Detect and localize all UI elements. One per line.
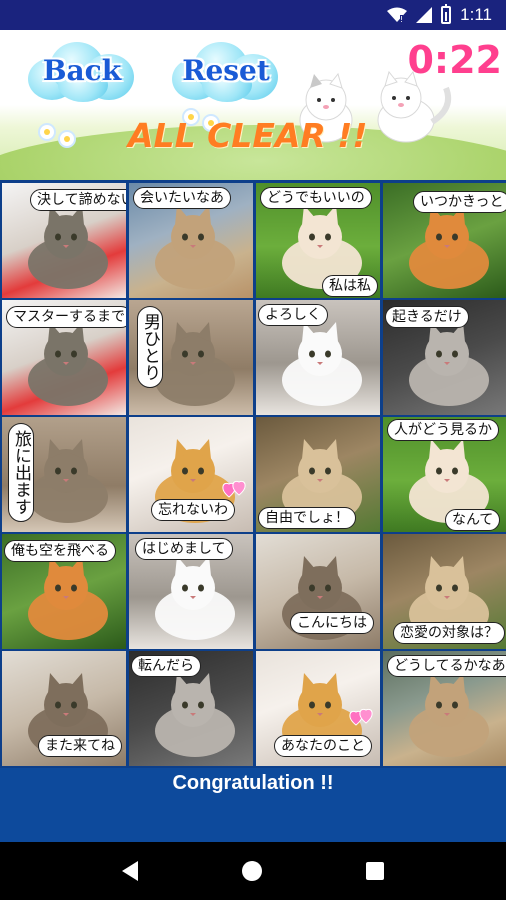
puzzle-tile[interactable]: 起きるだけ xyxy=(383,300,506,415)
reset-button[interactable]: Reset xyxy=(172,40,280,104)
speech-bubble: 恋愛の対象は？ xyxy=(393,622,505,644)
flower-decoration xyxy=(60,132,74,146)
speech-bubble: 会いたいなあ xyxy=(133,187,231,209)
svg-text:!: ! xyxy=(400,15,403,23)
all-clear-message: ALL CLEAR !! xyxy=(128,116,368,155)
speech-bubble: 旅に出ます xyxy=(8,423,34,522)
puzzle-tile[interactable]: いつかきっと xyxy=(383,183,506,298)
signal-icon xyxy=(416,7,433,23)
speech-bubble: はじめまして xyxy=(135,538,233,560)
puzzle-tile[interactable]: どうでもいいの私は私 xyxy=(256,183,380,298)
speech-bubble: 私は私 xyxy=(322,275,378,297)
status-bar: ! 1:11 xyxy=(0,0,506,30)
congratulation-message: Congratulation !! xyxy=(172,772,334,794)
navigation-bar xyxy=(0,842,506,900)
speech-bubble: 転んだら xyxy=(131,655,201,677)
puzzle-tile[interactable]: はじめまして xyxy=(129,534,253,649)
speech-bubble: あなたのこと xyxy=(274,735,372,757)
speech-bubble: 起きるだけ xyxy=(385,306,469,328)
back-label: Back xyxy=(42,54,122,87)
speech-bubble: 男ひとり xyxy=(137,306,163,388)
puzzle-tile[interactable]: 男ひとり xyxy=(129,300,253,415)
puzzle-grid: 決して諦めない 会いたいなあ どうでもいいの私は私 いつかきっとマスターするまで 男ひと… xyxy=(0,180,506,768)
status-time: 1:11 xyxy=(460,5,492,24)
puzzle-tile[interactable]: 俺も空を飛べる xyxy=(2,534,126,649)
reset-label: Reset xyxy=(182,54,270,87)
speech-bubble: 自由でしょ！ xyxy=(258,507,356,529)
puzzle-tile[interactable]: こんにちは xyxy=(256,534,380,649)
nav-recent-icon[interactable] xyxy=(366,862,384,880)
speech-bubble: どうしてるかなあ？ xyxy=(387,655,506,677)
speech-bubble: なんて xyxy=(445,509,501,531)
wifi-icon: ! xyxy=(387,7,408,23)
puzzle-tile[interactable]: 忘れないわ xyxy=(129,417,253,532)
back-button[interactable]: Back xyxy=(28,40,136,104)
speech-bubble: いつかきっと xyxy=(413,191,506,213)
puzzle-tile[interactable]: 恋愛の対象は？ xyxy=(383,534,506,649)
puzzle-tile[interactable]: マスターするまで xyxy=(2,300,126,415)
speech-bubble: よろしく xyxy=(258,304,328,326)
battery-icon xyxy=(441,4,452,24)
puzzle-tile[interactable]: 自由でしょ！ xyxy=(256,417,380,532)
speech-bubble: 俺も空を飛べる xyxy=(4,540,116,562)
nav-back-icon[interactable] xyxy=(122,861,138,881)
speech-bubble: どうでもいいの xyxy=(260,187,372,209)
puzzle-tile[interactable]: どうしてるかなあ？ xyxy=(383,651,506,766)
puzzle-tile[interactable]: 会いたいなあ xyxy=(129,183,253,298)
heart-icon xyxy=(222,480,246,498)
speech-bubble: マスターするまで xyxy=(6,306,126,328)
nav-home-icon[interactable] xyxy=(242,861,262,881)
heart-icon xyxy=(349,708,373,726)
speech-bubble: 人がどう見るか xyxy=(387,419,499,441)
puzzle-tile[interactable]: あなたのこと xyxy=(256,651,380,766)
puzzle-tile[interactable]: 転んだら xyxy=(129,651,253,766)
puzzle-tile[interactable]: 旅に出ます xyxy=(2,417,126,532)
speech-bubble: また来てね xyxy=(38,735,122,757)
flower-decoration xyxy=(40,125,54,139)
puzzle-tile[interactable]: 決して諦めない xyxy=(2,183,126,298)
speech-bubble: 忘れないわ xyxy=(151,499,235,521)
puzzle-tile[interactable]: また来てね xyxy=(2,651,126,766)
puzzle-tile[interactable]: 人がどう見るかなんて xyxy=(383,417,506,532)
header: Back Reset 0:22 ALL CLEAR !! xyxy=(0,30,506,180)
puzzle-tile[interactable]: よろしく xyxy=(256,300,380,415)
speech-bubble: こんにちは xyxy=(290,612,374,634)
speech-bubble: 決して諦めない xyxy=(30,189,126,211)
